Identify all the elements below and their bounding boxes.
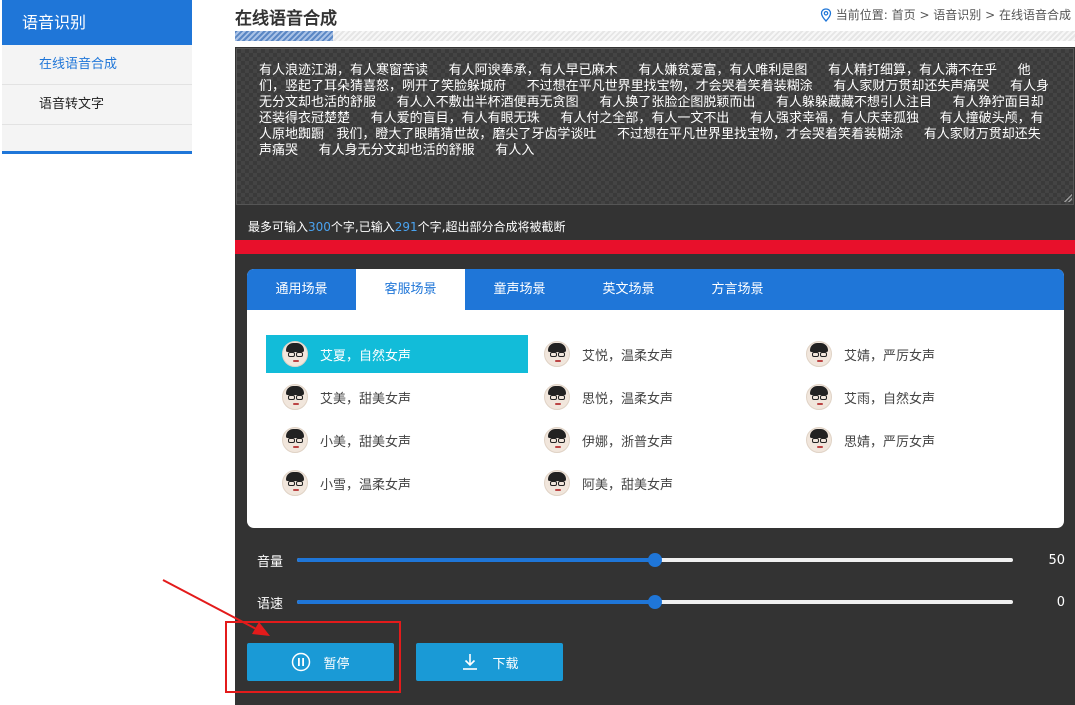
voice-option[interactable]: 艾婧，严厉女声	[790, 335, 1052, 373]
speed-slider[interactable]	[297, 595, 1013, 609]
avatar-icon	[282, 470, 308, 496]
voice-label: 阿美，甜美女声	[582, 477, 674, 493]
tts-panel: 有人浪迹江湖，有人寒窗苦读 有人阿谀奉承，有人早已麻木 有人嫌贫爱富，有人唯利是…	[235, 47, 1075, 705]
scene-selector: 通用场景 客服场景 童声场景 英文场景 方言场景 艾夏，自然女声 艾悦，温柔女声艾…	[247, 269, 1064, 528]
voice-label: 伊娜，浙普女声	[582, 434, 674, 450]
voice-label: 艾雨，自然女声	[844, 391, 936, 407]
location-pin-icon	[820, 7, 831, 22]
speed-knob[interactable]	[648, 595, 662, 609]
download-icon	[463, 654, 478, 670]
speed-value: 0	[1056, 594, 1065, 610]
sidebar-footer	[2, 125, 192, 154]
sidebar-heading: 语音识别	[2, 0, 192, 45]
page-title: 在线语音合成	[235, 9, 337, 29]
voice-option[interactable]: 艾雨，自然女声	[790, 378, 1052, 416]
warning-bar	[235, 240, 1075, 254]
voice-option[interactable]: 思婧，严厉女声	[790, 421, 1052, 459]
sidebar: 语音识别 在线语音合成 语音转文字	[2, 0, 192, 154]
voice-option[interactable]: 小雪，温柔女声	[266, 464, 528, 502]
tab-general[interactable]: 通用场景	[247, 269, 356, 310]
speed-fill	[297, 600, 655, 604]
download-button[interactable]: 下载	[416, 643, 563, 681]
voice-label: 思悦，温柔女声	[582, 391, 674, 407]
hint-prefix: 最多可输入	[248, 220, 309, 234]
voice-label: 艾婧，严厉女声	[844, 348, 936, 364]
title-underline	[235, 31, 1075, 41]
voice-option[interactable]: 小美，甜美女声	[266, 421, 528, 459]
volume-knob[interactable]	[648, 553, 662, 567]
voice-label: 艾夏，自然女声	[320, 348, 412, 364]
speed-label: 语速	[257, 596, 284, 612]
voice-option[interactable]: 艾悦，温柔女声	[528, 335, 790, 373]
voice-label: 小雪，温柔女声	[320, 477, 412, 493]
voice-label: 小美，甜美女声	[320, 434, 412, 450]
avatar-icon	[544, 427, 570, 453]
voice-option[interactable]: 艾夏，自然女声	[266, 335, 528, 373]
scene-tabs: 通用场景 客服场景 童声场景 英文场景 方言场景	[247, 269, 1064, 310]
breadcrumb-text[interactable]: 当前位置: 首页 > 语音识别 > 在线语音合成	[836, 6, 1071, 23]
text-input[interactable]: 有人浪迹江湖，有人寒窗苦读 有人阿谀奉承，有人早已麻木 有人嫌贫爱富，有人唯利是…	[236, 48, 1074, 205]
tab-customer-service[interactable]: 客服场景	[356, 269, 465, 310]
avatar-icon	[544, 341, 570, 367]
avatar-icon	[544, 384, 570, 410]
voice-list: 艾夏，自然女声 艾悦，温柔女声 艾婧，严厉女声艾美，甜美女声 思悦，温柔女声 艾雨，自然…	[266, 335, 1056, 507]
max-chars: 300	[308, 220, 331, 234]
volume-label: 音量	[257, 554, 284, 570]
avatar-icon	[282, 384, 308, 410]
sidebar-item-speech-to-text[interactable]: 语音转文字	[2, 85, 192, 125]
download-label: 下载	[492, 655, 519, 671]
entered-chars: 291	[394, 220, 418, 234]
voice-option[interactable]: 艾美，甜美女声	[266, 378, 528, 416]
volume-fill	[297, 558, 655, 562]
avatar-icon	[806, 384, 832, 410]
volume-control: 音量 50	[257, 550, 1065, 570]
title-underline-accent	[235, 31, 333, 41]
avatar-icon	[806, 427, 832, 453]
avatar-icon	[544, 470, 570, 496]
hint-suffix: 个字,超出部分合成将被截断	[417, 220, 566, 234]
voice-option[interactable]: 阿美，甜美女声	[528, 464, 790, 502]
speed-control: 语速 0	[257, 592, 1065, 612]
volume-slider[interactable]	[297, 553, 1013, 567]
resize-grip-icon[interactable]	[1064, 194, 1072, 202]
voice-label: 思婧，严厉女声	[844, 434, 936, 450]
tab-english[interactable]: 英文场景	[574, 269, 683, 310]
breadcrumb: 当前位置: 首页 > 语音识别 > 在线语音合成	[820, 6, 1071, 23]
hint-mid: 个字,已输入	[330, 220, 395, 234]
voice-label: 艾悦，温柔女声	[582, 348, 674, 364]
char-limit-hint: 最多可输入300个字,已输入291个字,超出部分合成将被截断	[248, 218, 565, 235]
tab-dialect[interactable]: 方言场景	[683, 269, 792, 310]
tab-child-voice[interactable]: 童声场景	[465, 269, 574, 310]
highlight-box	[225, 621, 401, 693]
voice-label: 艾美，甜美女声	[320, 391, 412, 407]
avatar-icon	[806, 341, 832, 367]
voice-option[interactable]: 伊娜，浙普女声	[528, 421, 790, 459]
sidebar-item-online-tts[interactable]: 在线语音合成	[2, 45, 192, 85]
voice-option[interactable]: 思悦，温柔女声	[528, 378, 790, 416]
avatar-icon	[282, 427, 308, 453]
volume-value: 50	[1048, 552, 1065, 568]
avatar-icon	[282, 341, 308, 367]
